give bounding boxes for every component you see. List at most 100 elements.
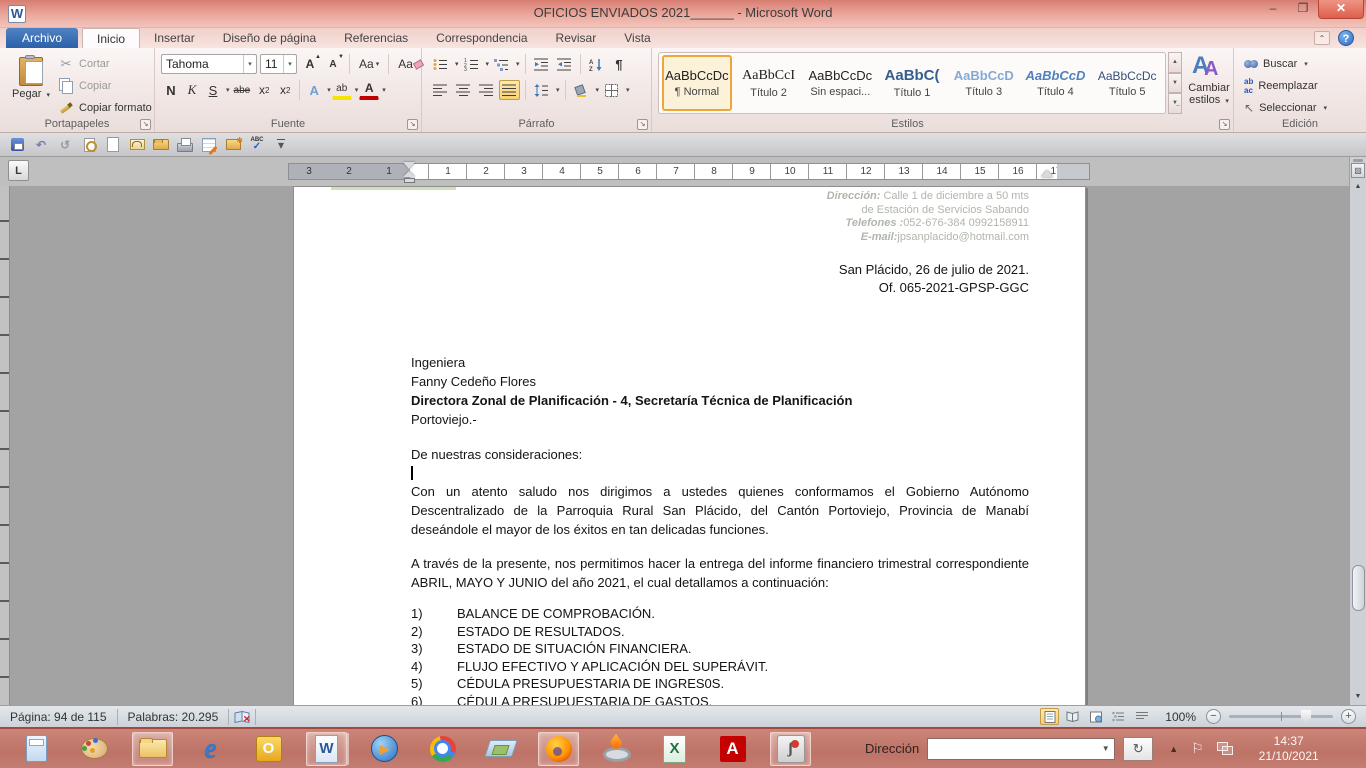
zoom-level[interactable]: 100% [1165, 710, 1196, 724]
Título 3[interactable]: AaBbCcD Título 3 [949, 55, 1019, 111]
draft-view-icon[interactable] [1132, 708, 1151, 725]
shading-button[interactable] [571, 80, 592, 100]
grow-font-button[interactable]: A▲ [300, 54, 320, 74]
save-icon[interactable] [6, 135, 28, 155]
zoom-slider[interactable] [1229, 715, 1333, 718]
action-center-flag-icon[interactable]: ⚐ [1191, 740, 1204, 757]
select-button[interactable]: ↖ Seleccionar▾ [1244, 98, 1327, 118]
font-dialog-launcher[interactable]: ↘ [407, 119, 418, 130]
highlight-color-button[interactable]: ab [332, 80, 352, 100]
vertical-ruler[interactable] [0, 186, 10, 705]
firefox-icon[interactable] [538, 732, 579, 766]
ruler-toggle-icon[interactable]: ▨ [1351, 163, 1365, 178]
vertical-scrollbar[interactable]: ▨ ▲ ▼ [1349, 157, 1366, 705]
decrease-indent-button[interactable] [531, 54, 552, 74]
subscript-button[interactable]: x2 [254, 80, 274, 100]
Título 2[interactable]: AaBbCcI Título 2 [734, 55, 804, 111]
paint-icon[interactable] [74, 732, 115, 766]
tab-diseno-de-pagina[interactable]: Diseño de página [209, 28, 330, 48]
borders-button[interactable] [601, 80, 622, 100]
tab-stop-selector[interactable]: L [8, 160, 29, 181]
zoom-in-icon[interactable]: + [1341, 709, 1356, 724]
justify-button[interactable] [499, 80, 520, 100]
sort-button[interactable]: AZ [586, 54, 607, 74]
attach-envelope-icon[interactable] [126, 135, 148, 155]
new-document-icon[interactable] [102, 135, 124, 155]
styles-dialog-launcher[interactable]: ↘ [1219, 119, 1230, 130]
clipboard-dialog-launcher[interactable]: ↘ [140, 119, 151, 130]
Título 1[interactable]: AaBbC( Título 1 [877, 55, 947, 111]
document-page[interactable]: Dirección: Calle 1 de diciembre a 50 mts… [293, 186, 1086, 705]
hanging-indent-marker[interactable] [403, 171, 415, 177]
cut-button[interactable]: ✂ Cortar [58, 54, 110, 74]
redo-icon[interactable]: ↺ [54, 135, 76, 155]
address-dropdown-icon[interactable]: ▼ [1097, 744, 1114, 753]
word-icon[interactable]: W [306, 732, 347, 766]
strikethrough-button[interactable]: abe [231, 80, 254, 100]
font-name-combo[interactable]: Tahoma▾ [161, 54, 257, 74]
font-size-combo[interactable]: 11▾ [260, 54, 297, 74]
java-app-icon[interactable]: ʃ [770, 732, 811, 766]
styles-scroll-up-icon[interactable]: ▲ [1168, 52, 1182, 73]
scroll-down-icon[interactable]: ▼ [1350, 689, 1366, 704]
tab-inicio[interactable]: Inicio [82, 28, 140, 48]
new-folder-icon[interactable] [222, 135, 244, 155]
tab-revisar[interactable]: Revisar [542, 28, 611, 48]
superscript-button[interactable]: x2 [275, 80, 295, 100]
tab-insertar[interactable]: Insertar [140, 28, 209, 48]
undo-icon[interactable]: ↶ [30, 135, 52, 155]
print-layout-view-icon[interactable] [1040, 708, 1059, 725]
tab-archivo[interactable]: Archivo [6, 28, 78, 48]
web-layout-view-icon[interactable] [1086, 708, 1105, 725]
¶ Normal[interactable]: AaBbCcDc ¶ Normal [662, 55, 732, 111]
network-icon[interactable] [1217, 742, 1233, 755]
change-styles-button[interactable]: AA Cambiar estilos ▾ [1186, 50, 1232, 118]
right-indent-marker[interactable] [1041, 170, 1053, 177]
file-explorer-icon[interactable] [132, 732, 173, 766]
open-icon[interactable] [150, 135, 172, 155]
word-count[interactable]: Palabras: 20.295 [118, 710, 229, 724]
tab-referencias[interactable]: Referencias [330, 28, 422, 48]
numbering-button[interactable]: 123 [461, 54, 482, 74]
styles-expand-icon[interactable]: ▼̲ [1168, 93, 1182, 114]
bullets-button[interactable] [430, 54, 451, 74]
minimize-button[interactable]: – [1258, 0, 1288, 19]
excel-icon[interactable]: X [654, 732, 695, 766]
address-go-icon[interactable]: ↻ [1123, 737, 1153, 761]
left-indent-marker[interactable] [404, 178, 415, 183]
paste-button[interactable]: Pegar ▾ [8, 52, 54, 118]
paragraph-dialog-launcher[interactable]: ↘ [637, 119, 648, 130]
align-right-button[interactable] [476, 80, 497, 100]
find-button[interactable]: Buscar▾ [1244, 54, 1308, 74]
internet-explorer-icon[interactable]: e [190, 732, 231, 766]
Título 5[interactable]: AaBbCcDc Título 5 [1092, 55, 1162, 111]
styles-scroll-down-icon[interactable]: ▼ [1168, 73, 1182, 94]
italic-button[interactable]: K [182, 80, 202, 100]
proofing-errors-icon[interactable]: ✕ [229, 710, 255, 724]
Título 4[interactable]: AaBbCcD Título 4 [1021, 55, 1091, 111]
underline-button[interactable]: S [203, 80, 223, 100]
scroll-up-icon[interactable]: ▲ [1350, 179, 1366, 194]
text-effects-button[interactable]: A [304, 80, 324, 100]
nero-burning-icon[interactable] [596, 732, 637, 766]
media-player-icon[interactable]: ▶ [364, 732, 405, 766]
minimize-ribbon-icon[interactable]: ⌃ [1314, 31, 1330, 45]
page-count[interactable]: Página: 94 de 115 [0, 710, 117, 724]
line-spacing-button[interactable] [531, 80, 552, 100]
qat-overflow-icon[interactable]: ▾ [270, 135, 292, 155]
calculator-icon[interactable] [16, 732, 57, 766]
align-left-button[interactable] [430, 80, 451, 100]
change-case-button[interactable]: Aa▾ [356, 54, 382, 74]
scanner-icon[interactable] [480, 732, 521, 766]
Sin espaci...[interactable]: AaBbCcDc Sin espaci... [805, 55, 875, 111]
scrollbar-thumb[interactable] [1352, 565, 1365, 611]
tab-vista[interactable]: Vista [610, 28, 664, 48]
format-painter-button[interactable]: Copiar formato [58, 98, 152, 118]
shrink-font-button[interactable]: A▼ [323, 54, 343, 74]
fullscreen-reading-view-icon[interactable] [1063, 708, 1082, 725]
outlook-icon[interactable]: O [248, 732, 289, 766]
close-button[interactable]: ✕ [1318, 0, 1364, 19]
autocad-icon[interactable]: A [712, 732, 753, 766]
help-icon[interactable]: ? [1338, 30, 1354, 46]
first-line-indent-marker[interactable] [403, 162, 415, 169]
